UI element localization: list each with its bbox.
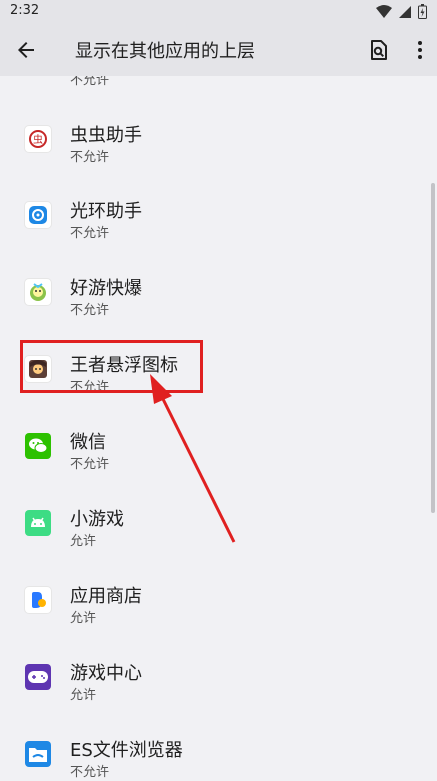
list-item[interactable]: 微信 不允许 — [0, 408, 437, 484]
app-permission-status: 不允许 — [70, 457, 110, 472]
app-name: 好游快爆 — [70, 278, 142, 299]
app-list[interactable]: 不允许 虫 虫虫助手 不允许 光环助手 不允许 好游快爆 不允许 王者悬浮图标 … — [0, 76, 437, 781]
app-name: 虫虫助手 — [70, 125, 142, 146]
app-name: ES文件浏览器 — [70, 740, 183, 761]
list-item[interactable]: 游戏中心 允许 — [0, 639, 437, 715]
svg-text:虫: 虫 — [33, 134, 43, 146]
app-permission-status: 允许 — [70, 611, 97, 626]
wifi-icon — [376, 4, 392, 18]
app-permission-status: 允许 — [70, 688, 97, 703]
haoyou-icon — [25, 279, 51, 305]
wechat-icon — [25, 433, 51, 459]
app-permission-status: 允许 — [70, 534, 97, 549]
back-arrow-icon[interactable] — [14, 38, 38, 62]
gamepad-icon — [25, 664, 51, 690]
app-name: 应用商店 — [70, 586, 142, 607]
page-title: 显示在其他应用的上层 — [75, 41, 255, 62]
list-item[interactable]: 好游快爆 不允许 — [0, 254, 437, 330]
app-permission-status: 不允许 — [70, 765, 110, 780]
status-bar: 2:32 — [0, 0, 437, 24]
app-name: 游戏中心 — [70, 663, 142, 684]
app-bar: 显示在其他应用的上层 — [0, 24, 437, 76]
chongchong-icon: 虫 — [25, 126, 51, 152]
app-name: 小游戏 — [70, 509, 124, 530]
list-item[interactable]: 虫 虫虫助手 不允许 — [0, 101, 437, 177]
guanghuan-icon — [25, 202, 51, 228]
search-in-page-icon[interactable] — [366, 38, 390, 62]
more-options-icon[interactable] — [408, 38, 432, 62]
highlight-box — [20, 340, 203, 393]
signal-icon — [399, 5, 411, 18]
app-permission-status: 不允许 — [70, 226, 110, 241]
es-explorer-icon — [25, 741, 51, 767]
list-item[interactable]: ES文件浏览器 不允许 — [0, 716, 437, 781]
android-icon — [25, 510, 51, 536]
status-icons — [376, 4, 427, 19]
app-permission-status: 不允许 — [70, 303, 110, 318]
app-name: 微信 — [70, 432, 106, 453]
partial-item-status: 不允许 — [70, 76, 110, 88]
app-store-icon — [25, 587, 51, 613]
status-time: 2:32 — [10, 3, 40, 18]
list-item[interactable]: 光环助手 不允许 — [0, 177, 437, 253]
app-name: 光环助手 — [70, 201, 142, 222]
scrollbar-thumb[interactable] — [431, 183, 435, 513]
list-item[interactable]: 应用商店 允许 — [0, 562, 437, 638]
app-permission-status: 不允许 — [70, 150, 110, 165]
list-item[interactable]: 小游戏 允许 — [0, 485, 437, 561]
battery-icon — [418, 4, 427, 19]
